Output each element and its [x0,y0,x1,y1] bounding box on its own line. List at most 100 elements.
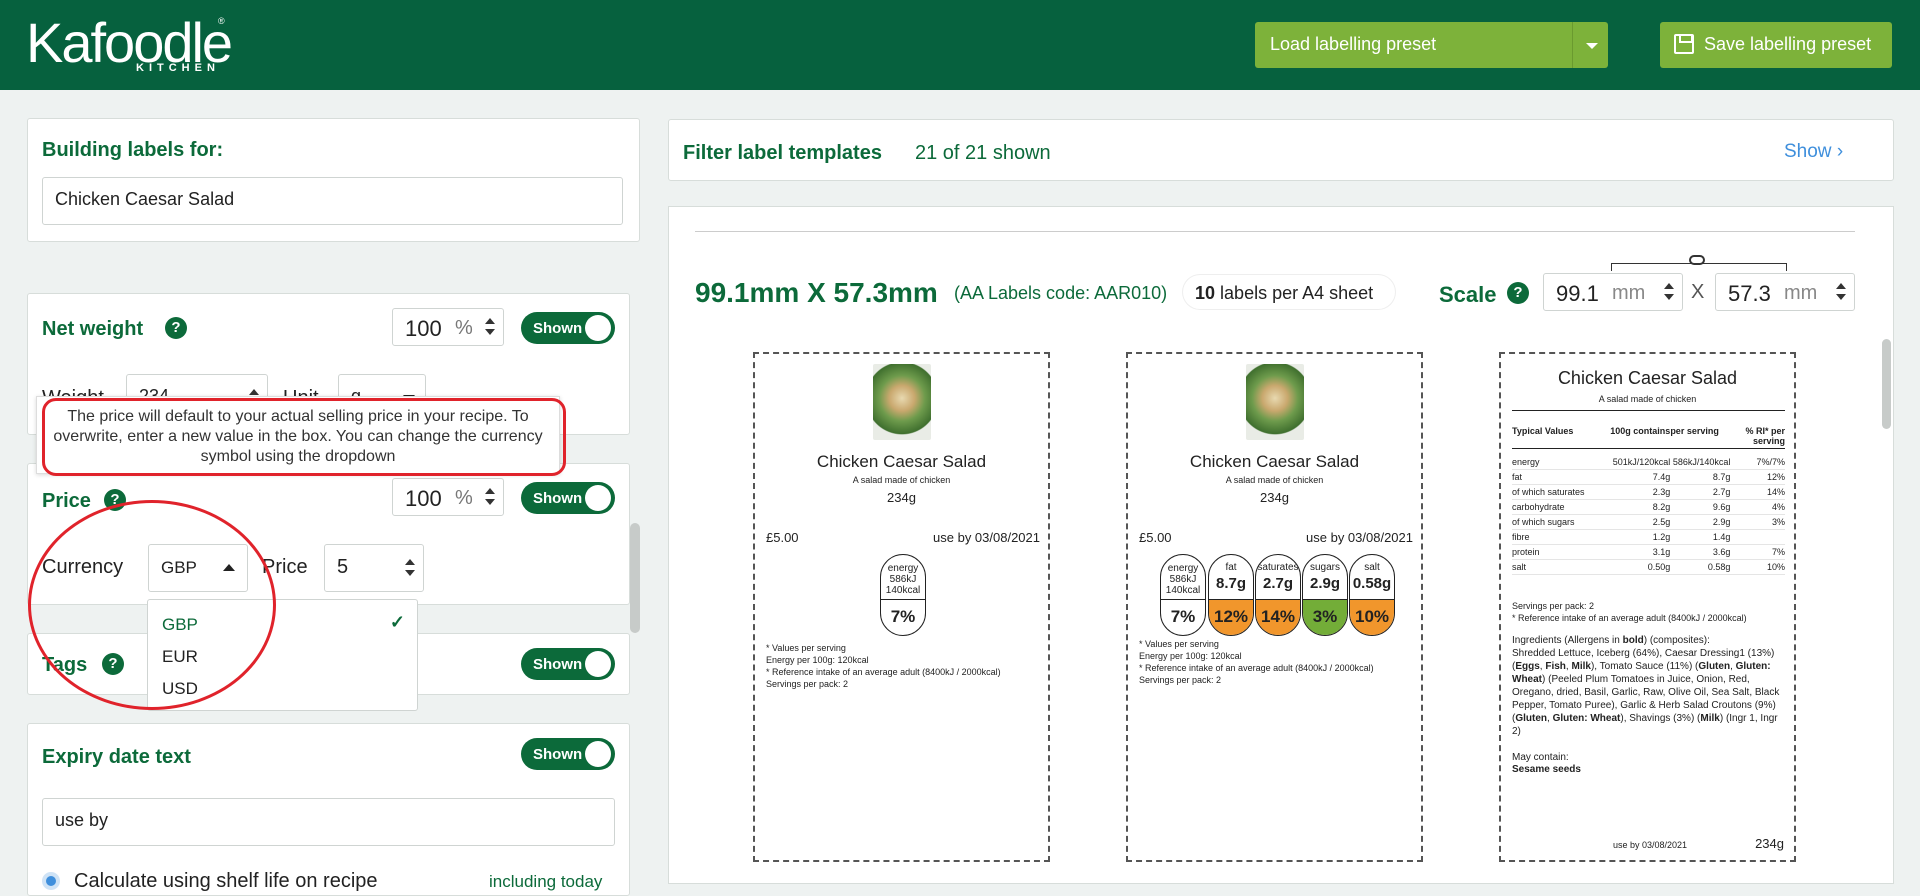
label-template-2[interactable]: Chicken Caesar Salad A salad made of chi… [1126,352,1423,862]
label-template-1[interactable]: Chicken Caesar Salad A salad made of chi… [753,352,1050,862]
net-weight-percent-value: 100 [405,316,442,341]
divider [695,231,1855,232]
scale-width-input[interactable]: 99.1 mm [1543,273,1683,311]
footnote: * Values per serving [1139,639,1219,649]
shelf-life-radio[interactable] [42,872,60,890]
toggle-knob [585,651,611,677]
building-labels-panel: Building labels for: Chicken Caesar Sala… [27,118,640,242]
row-100g: 1.2g [1610,529,1671,545]
price-percent-input[interactable]: 100 % [392,478,504,516]
save-icon [1674,34,1694,54]
energy-kcal: 140kcal [885,585,921,596]
building-title: Building labels for: [42,139,224,161]
table-row: fibre 1.2g 1.4g [1512,529,1785,545]
expiry-toggle[interactable]: Shown [521,738,615,770]
stepper-icon[interactable] [485,318,495,338]
scale-height-value: 57.3 [1728,281,1771,306]
ingredients-text: Ingredients (Allergens in bold) (composi… [1512,635,1780,737]
net-weight-toggle[interactable]: Shown [521,312,615,344]
expiry-panel: Expiry date text Shown use by Calculate … [27,723,630,896]
expiry-text-input[interactable]: use by [42,798,615,846]
stepper-icon[interactable] [405,559,415,579]
footnote: Energy per 100g: 120kcal [766,655,869,665]
row-ri: 7%/7% [1730,454,1785,470]
toggle-label: Shown [533,320,583,337]
footnote: Servings per pack: 2 [1139,675,1222,685]
row-100g: 3.1g [1610,544,1671,560]
label-use-by: use by 03/08/2021 [1613,840,1688,850]
row-name: of which sugars [1512,514,1611,530]
table-row: protein 3.1g 3.6g 7% [1512,544,1785,560]
price-title: Price [42,490,91,512]
show-label: Show [1784,141,1832,162]
header-typical: Typical Values [1512,426,1574,436]
energy-label: energy [1167,563,1199,574]
row-name: protein [1512,544,1611,560]
row-serving: 8.7g [1670,469,1731,485]
label-weight: 234g [887,490,916,505]
food-photo [873,364,931,440]
stepper-icon[interactable] [1836,283,1846,303]
including-today: including today [489,872,603,891]
reference-text: * Reference intake of an average adult (… [1512,613,1747,623]
table-row: fat 7.4g 8.7g 12% [1512,469,1785,485]
labels-per-sheet-badge: 10 labels per A4 sheet [1183,275,1395,309]
energy-chip-top: energy 586kJ 140kcal [1161,555,1205,599]
row-serving: 9.6g [1670,499,1731,515]
table-row: of which sugars 2.5g 2.9g 3% [1512,514,1785,530]
row-serving: 2.9g [1670,514,1731,530]
stepper-icon[interactable] [485,488,495,508]
label-template-3[interactable]: Chicken Caesar Salad A salad made of chi… [1499,352,1796,862]
energy-pct: 7% [1161,599,1205,635]
price-toggle[interactable]: Shown [521,482,615,514]
footnote: * Reference intake of an average adult (… [1139,663,1374,673]
show-filters-link[interactable]: Show › [1784,141,1843,163]
nutrient-chip-saturates: saturates 2.7g 14% [1255,554,1301,636]
label-weight: 234g [1260,490,1289,505]
table-row: energy 501kJ/120kcal 586kJ/140kcal 7%/7% [1512,454,1785,470]
table-row: carbohydrate 8.2g 9.6g 4% [1512,499,1785,515]
row-serving: 586kJ/140kcal [1670,454,1731,470]
row-name: carbohydrate [1512,499,1611,515]
row-ri: 14% [1730,484,1785,500]
toggle-label: Shown [533,746,583,763]
stepper-icon[interactable] [1664,283,1674,303]
row-100g: 501kJ/120kcal [1610,454,1671,470]
row-100g: 0.50g [1610,559,1671,575]
energy-kcal: 140kcal [1165,585,1201,596]
row-serving: 1.4g [1670,529,1731,545]
chevron-down-icon[interactable] [1572,22,1608,68]
row-name: fat [1512,469,1611,485]
right-scrollbar[interactable] [1882,339,1891,429]
price-input[interactable]: 5 [324,544,424,592]
table-row: of which saturates 2.3g 2.7g 14% [1512,484,1785,500]
scale-height-input[interactable]: 57.3 mm [1715,273,1855,311]
label-weight: 234g [1755,836,1784,851]
save-preset-button[interactable]: Save labelling preset [1660,22,1892,68]
link-icon[interactable] [1689,255,1705,265]
label-use-by: use by 03/08/2021 [933,530,1040,545]
header-serving: per serving [1670,426,1719,436]
price-percent-value: 100 [405,486,442,511]
row-ri: 4% [1730,499,1785,515]
label-subtitle: A salad made of chicken [852,475,951,485]
energy-label: energy [887,563,919,574]
recipe-name-input[interactable]: Chicken Caesar Salad [42,177,623,225]
filter-panel: Filter label templates 21 of 21 shown Sh… [668,119,1894,181]
chip-pct: 12% [1209,599,1253,635]
chip-pct: 14% [1256,599,1300,635]
row-name: energy [1512,454,1611,470]
tags-toggle[interactable]: Shown [521,648,615,680]
energy-chip: energy 586kJ 140kcal 7% [880,554,926,636]
load-preset-label: Load labelling preset [1270,34,1437,54]
row-100g: 7.4g [1610,469,1671,485]
help-icon[interactable]: ? [1507,282,1529,304]
left-scrollbar[interactable] [630,523,640,633]
load-preset-button[interactable]: Load labelling preset [1255,22,1608,68]
help-icon[interactable]: ? [165,317,187,339]
price-value: 5 [337,556,349,578]
row-name: of which saturates [1512,484,1611,500]
kafoodle-logo[interactable]: Kafoodle ® KITCHEN [26,10,256,80]
net-weight-percent-input[interactable]: 100 % [392,308,504,346]
header-ri: % RI* per serving [1745,426,1785,446]
